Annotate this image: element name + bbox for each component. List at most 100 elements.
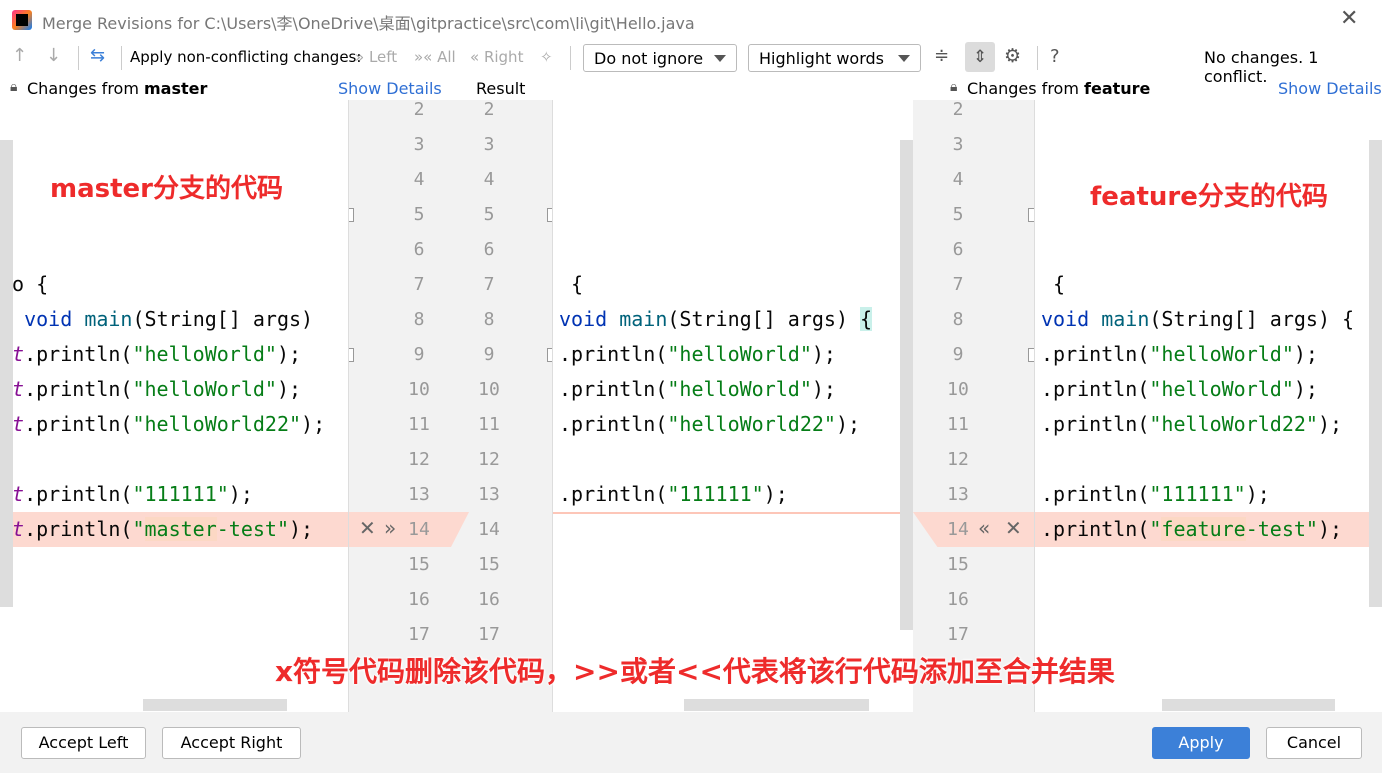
previous-difference-button[interactable]: ↑ (12, 45, 27, 66)
annotation-master: master分支的代码 (50, 174, 283, 204)
left-horizontal-scrollbar[interactable] (143, 699, 287, 711)
line-number: 12 (408, 449, 430, 470)
code-token: "helloWorld" (1149, 342, 1294, 366)
highlight-dropdown[interactable]: Highlight words (748, 44, 921, 72)
accept-left-button[interactable]: Accept Left (21, 727, 146, 759)
close-window-button[interactable]: ✕ (1340, 6, 1358, 31)
code-token: "helloWorld22" (667, 412, 836, 436)
line-number: 11 (947, 414, 969, 435)
right-horizontal-scrollbar[interactable] (1162, 699, 1335, 711)
fold-marker-icon[interactable] (1028, 208, 1034, 222)
line-number: 3 (413, 134, 425, 155)
reject-left-change-icon[interactable]: ✕ (359, 516, 376, 540)
intellij-app-icon (12, 10, 32, 30)
collapse-unchanged-icon[interactable]: ≑ (934, 45, 949, 66)
code-line: .println("helloWorld22"); (559, 407, 860, 442)
highlight-value: Highlight words (759, 49, 884, 68)
line-number: 8 (483, 309, 495, 330)
line-number: 17 (408, 624, 430, 645)
code-token: "helloWorld22" (1149, 412, 1318, 436)
code-token: main (84, 307, 133, 331)
ignore-whitespace-dropdown[interactable]: Do not ignore (583, 44, 737, 72)
fold-marker-icon[interactable] (349, 208, 354, 222)
left-vertical-scrollbar[interactable] (0, 140, 13, 607)
reject-right-change-icon[interactable]: ✕ (1005, 516, 1022, 540)
code-token: void (1041, 307, 1102, 331)
cancel-button[interactable]: Cancel (1266, 727, 1362, 759)
fold-marker-icon[interactable] (349, 348, 354, 362)
apply-all-button[interactable]: »« All (414, 48, 456, 66)
code-token: (String[] args) { (1149, 307, 1355, 331)
code-token: { (860, 307, 873, 331)
apply-left-button[interactable]: » Left (355, 48, 397, 66)
line-number: 7 (952, 274, 964, 295)
accept-right-button[interactable]: Accept Right (162, 727, 301, 759)
left-show-details-link[interactable]: Show Details (338, 79, 442, 98)
left-pane-title: Changes from master (27, 79, 207, 98)
code-token: .println( (1041, 377, 1150, 401)
pane-headers: 🔒︎ Changes from master Show Details Resu… (0, 78, 1382, 100)
annotation-note: x符号代码删除该代码，>>或者<<代表将该行代码添加至合并结果 (275, 655, 1115, 688)
next-difference-button[interactable]: ↓ (46, 45, 61, 66)
accept-right-change-icon[interactable]: « (978, 516, 990, 540)
code-line: { (559, 267, 583, 302)
line-number: 8 (413, 309, 425, 330)
code-token: .println( (24, 482, 133, 506)
chevron-down-icon (898, 55, 910, 62)
code-token: "helloWorld22" (132, 412, 302, 436)
result-vertical-scrollbar[interactable] (900, 140, 913, 630)
code-token: -test" (1245, 517, 1318, 541)
code-token: void (559, 307, 620, 331)
code-token: master (144, 517, 217, 541)
line-number: 11 (478, 414, 500, 435)
code-token: ); (276, 377, 302, 401)
fold-marker-icon[interactable] (1028, 348, 1034, 362)
line-number: 9 (483, 344, 495, 365)
apply-button[interactable]: Apply (1152, 727, 1250, 759)
code-token: .println( (24, 517, 133, 541)
help-button[interactable]: ? (1050, 46, 1060, 67)
code-token: ); (1293, 377, 1318, 401)
code-token: ); (835, 412, 861, 436)
code-token: ); (1245, 482, 1270, 506)
annotation-feature: feature分支的代码 (1090, 182, 1328, 212)
right-show-details-link[interactable]: Show Details (1278, 79, 1382, 98)
chevron-down-icon (714, 55, 726, 62)
line-number: 4 (483, 169, 495, 190)
magic-wand-icon[interactable]: ✧ (540, 48, 553, 66)
code-line: ut.println("111111"); (0, 477, 253, 512)
code-token: -test" (216, 517, 290, 541)
code-token: "helloWorld" (667, 342, 812, 366)
accept-left-change-icon[interactable]: » (384, 516, 396, 540)
line-number: 13 (408, 484, 430, 505)
line-number: 13 (478, 484, 500, 505)
code-line: c void main(String[] args) (0, 302, 313, 337)
line-number: 2 (952, 100, 964, 120)
lock-icon: 🔒︎ (10, 79, 18, 95)
line-number: 15 (478, 554, 500, 575)
code-token: .println( (1041, 412, 1150, 436)
code-line: .println("helloWorld"); (559, 372, 836, 407)
line-number: 4 (413, 169, 425, 190)
line-number: 14 (947, 519, 969, 540)
gear-icon[interactable]: ⚙ (1004, 45, 1021, 67)
code-token: .println( (1041, 517, 1150, 541)
line-number: 5 (483, 204, 495, 225)
line-number: 15 (947, 554, 969, 575)
right-vertical-scrollbar[interactable] (1369, 140, 1382, 607)
result-editor[interactable]: {void main(String[] args) {.println("hel… (553, 100, 913, 712)
result-horizontal-scrollbar[interactable] (684, 699, 869, 711)
code-token: " (132, 517, 145, 541)
line-number: 12 (947, 449, 969, 470)
apply-right-button[interactable]: « Right (470, 48, 523, 66)
line-number: 12 (478, 449, 500, 470)
separator (1037, 46, 1038, 70)
sync-scroll-toggle[interactable]: ⇕ (965, 42, 995, 72)
footer: Accept Left Accept Right Apply Cancel (0, 712, 1382, 773)
resolve-magic-icon[interactable]: ⇆ (90, 45, 105, 66)
code-token: void (24, 307, 85, 331)
code-token: "111111" (667, 482, 764, 506)
code-token: ); (811, 377, 836, 401)
separator (570, 46, 571, 70)
left-title-prefix: Changes from (27, 79, 144, 98)
